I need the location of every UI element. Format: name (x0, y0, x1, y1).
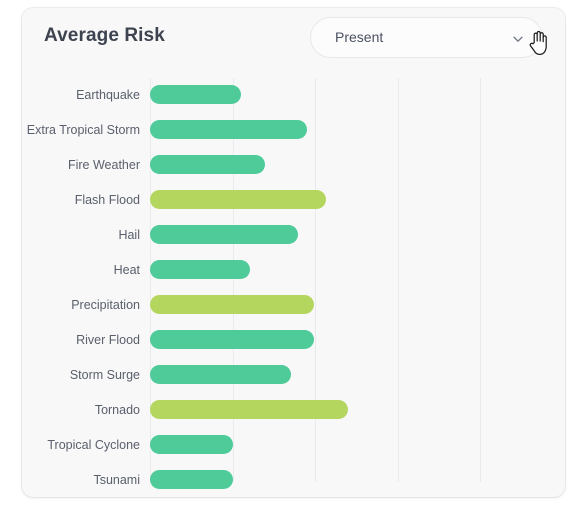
bar[interactable] (150, 330, 314, 349)
bar-row: Tsunami (22, 463, 565, 498)
card-header: Average Risk Present (22, 8, 565, 70)
bar-category-label: Precipitation (71, 298, 140, 312)
bar-category-label: Tsunami (93, 473, 140, 487)
bar-row: Precipitation (22, 288, 565, 323)
bar-track (150, 330, 314, 349)
bar[interactable] (150, 365, 291, 384)
bar-category-label: Flash Flood (74, 193, 140, 207)
bar-track (150, 85, 241, 104)
bar[interactable] (150, 470, 233, 489)
period-select[interactable]: Present (310, 17, 543, 58)
bar-category-label: Earthquake (76, 88, 140, 102)
bar[interactable] (150, 155, 265, 174)
bar[interactable] (150, 260, 250, 279)
bar-row: Hail (22, 218, 565, 253)
bar-chart-plot-area: Earthquake Extra Tropical Storm Fire Weath… (22, 70, 565, 497)
bar-track (150, 190, 326, 209)
bar-track (150, 365, 291, 384)
bar-track (150, 225, 298, 244)
bar-track (150, 295, 314, 314)
average-risk-card: Average Risk Present Earthquake Extra Tro… (22, 8, 565, 497)
bar-row: Earthquake (22, 78, 565, 113)
bar[interactable] (150, 435, 233, 454)
bar-track (150, 400, 348, 419)
bar-track (150, 470, 233, 489)
bar-row: River Flood (22, 323, 565, 358)
bar[interactable] (150, 120, 307, 139)
bar-row: Fire Weather (22, 148, 565, 183)
bar-track (150, 155, 265, 174)
bar[interactable] (150, 225, 298, 244)
bar-track (150, 435, 233, 454)
chevron-down-icon (512, 33, 524, 45)
bar[interactable] (150, 85, 241, 104)
bar-category-label: Heat (113, 263, 140, 277)
bar[interactable] (150, 400, 348, 419)
bar-category-label: Tornado (94, 403, 140, 417)
bar-track (150, 260, 250, 279)
bar-category-label: Fire Weather (67, 158, 140, 172)
bar-track (150, 120, 307, 139)
bar-category-label: Storm Surge (69, 368, 140, 382)
page-title: Average Risk (44, 25, 165, 46)
bar-category-label: River Flood (76, 333, 140, 347)
bar-row: Heat (22, 253, 565, 288)
bar-row: Tornado (22, 393, 565, 428)
bar-row: Storm Surge (22, 358, 565, 393)
bar-row: Flash Flood (22, 183, 565, 218)
bar[interactable] (150, 190, 326, 209)
bar-category-label: Hail (118, 228, 140, 242)
bar-category-label: Extra Tropical Storm (26, 123, 140, 137)
period-select-value: Present (335, 29, 384, 45)
bar-row: Tropical Cyclone (22, 428, 565, 463)
bar-row: Extra Tropical Storm (22, 113, 565, 148)
bar-category-label: Tropical Cyclone (47, 438, 140, 452)
bar[interactable] (150, 295, 314, 314)
